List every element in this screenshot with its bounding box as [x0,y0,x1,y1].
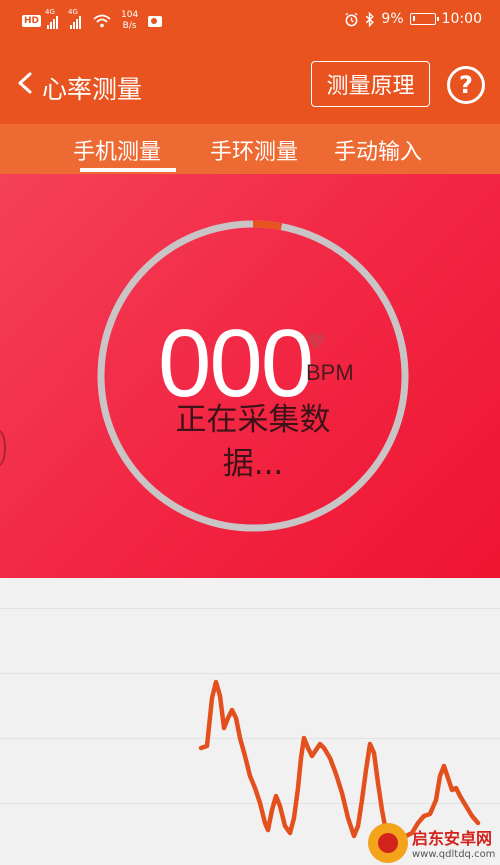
network-type-label-2: 4G [68,8,78,16]
watermark-url: www.qdltdq.com [412,849,496,860]
collecting-status: 正在采集数据... [175,402,331,482]
status-bar: HD 4G 4G 104 B/s 9% 10:00 [0,0,500,44]
bpm-unit: BPM [306,360,354,385]
battery-percent: 9% [381,11,404,27]
hd-badge: HD [22,15,42,27]
measurement-principle-button[interactable]: 测量原理 [311,61,430,107]
bluetooth-icon [366,11,375,27]
wifi-icon [93,14,111,28]
battery-icon [409,13,439,25]
watermark: 启东安卓网 www.qdltdq.com [368,820,500,865]
speed-value: 104 [121,10,139,20]
clock: 10:00 [441,11,482,27]
signal-icon: 4G [45,8,59,29]
watermark-text: 启东安卓网 www.qdltdq.com [412,825,495,860]
watermark-name: 启东安卓网 [412,829,493,848]
status-right: 9% 10:00 [344,11,482,27]
tab-band-measure[interactable]: 手环测量 [210,134,298,166]
back-arrow-icon[interactable] [16,72,38,94]
app-bar: 心率测量 测量原理 ? [0,44,500,124]
watermark-logo [368,822,408,863]
active-tab-indicator [80,168,176,172]
tab-phone-measure[interactable]: 手机测量 [73,134,161,166]
help-icon[interactable]: ? [447,66,485,104]
speed-unit: B/s [122,21,137,31]
tab-bar: 手机测量 手环测量 手动输入 [0,124,500,174]
signal-icon-2: 4G [68,8,82,29]
screen-record-icon [148,15,163,27]
tab-manual-input[interactable]: 手动输入 [334,134,422,166]
heart-icon [306,332,326,350]
measurement-panel: 000 BPM 正在采集数据... [0,174,500,578]
network-type-label: 4G [45,8,55,16]
network-speed: 104 B/s [121,10,138,32]
page-title: 心率测量 [42,75,143,104]
status-left: HD 4G 4G 104 B/s [22,8,163,32]
alarm-icon [345,12,358,26]
